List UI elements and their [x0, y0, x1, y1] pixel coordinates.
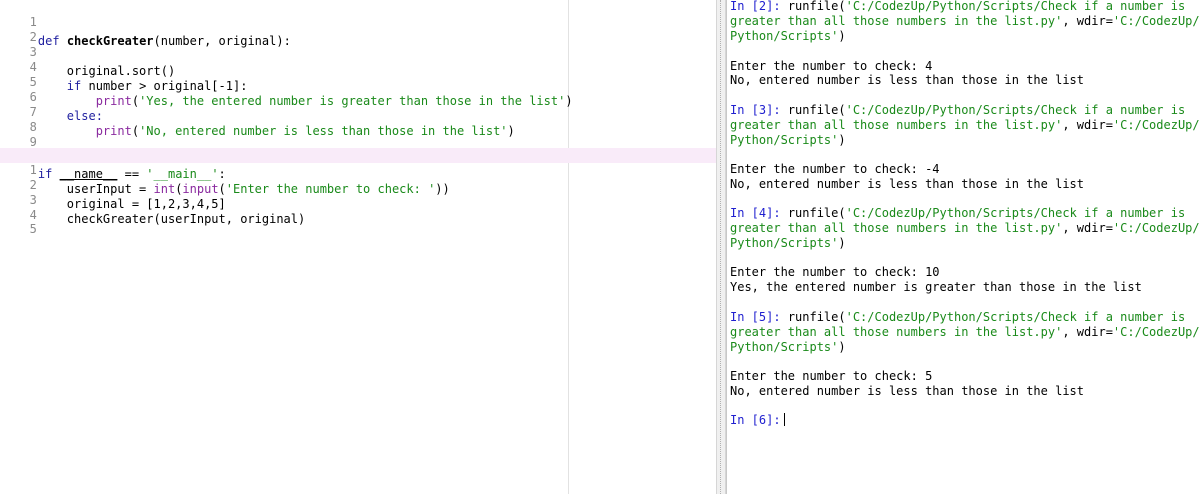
runfile-path: greater than all those numbers in the li…	[730, 118, 1063, 132]
console-prompt: In [5]:	[730, 310, 781, 324]
paren: )	[838, 133, 846, 147]
console-output-line: Enter the number to check: -4	[730, 162, 940, 176]
runfile-wdir-path: Python/Scripts'	[730, 29, 839, 43]
console-input-line: In [3]: runfile('C:/CodezUp/Python/Scrip…	[730, 103, 1185, 118]
runfile-wdir-path: 'C:/CodezUp/	[1112, 118, 1200, 132]
text-cursor	[783, 413, 785, 426]
console-input-line: In [5]: runfile('C:/CodezUp/Python/Scrip…	[730, 310, 1185, 325]
console-input-line: In [4]: runfile('C:/CodezUp/Python/Scrip…	[730, 206, 1185, 221]
runfile-path: 'C:/CodezUp/Python/Scripts/Check if a nu…	[845, 0, 1186, 13]
console-output-line: No, entered number is less than those in…	[730, 73, 1085, 87]
runfile-wdir-path: Python/Scripts'	[730, 236, 839, 250]
runfile-wdir-path: 'C:/CodezUp/	[1112, 221, 1200, 235]
ipython-console[interactable]: In [2]: runfile('C:/CodezUp/Python/Scrip…	[726, 0, 1200, 494]
console-input-line: Python/Scripts')	[730, 340, 846, 355]
console-prompt: In [2]:	[730, 0, 781, 13]
code-line-current[interactable]: 11if __name__ == '__main__':	[0, 148, 716, 181]
code-line[interactable]: 8 print('No, entered number is less than…	[0, 105, 716, 138]
runfile-wdir-label: , wdir=	[1062, 14, 1113, 28]
console-output-line: No, entered number is less than those in…	[730, 177, 1085, 191]
console-output-line: No, entered number is less than those in…	[730, 384, 1085, 398]
console-output-line: Yes, the entered number is greater than …	[730, 280, 1142, 294]
paren: )	[838, 29, 846, 43]
runfile-wdir-label: , wdir=	[1062, 221, 1113, 235]
runfile-path: greater than all those numbers in the li…	[730, 14, 1063, 28]
paren: )	[838, 340, 846, 354]
code-line[interactable]: 1	[0, 0, 716, 29]
code-line[interactable]: 9	[0, 120, 716, 149]
console-input-line: Python/Scripts')	[730, 133, 846, 148]
console-output-line: Enter the number to check: 4	[730, 59, 933, 73]
console-input-line: greater than all those numbers in the li…	[730, 325, 1200, 340]
runfile-wdir-path: Python/Scripts'	[730, 133, 839, 147]
runfile-path: greater than all those numbers in the li…	[730, 221, 1063, 235]
console-input-line: In [2]: runfile('C:/CodezUp/Python/Scrip…	[730, 0, 1185, 14]
line-number: 15	[29, 222, 37, 236]
console-output-line: Enter the number to check: 10	[730, 265, 940, 279]
console-active-input[interactable]: In [6]:	[730, 413, 785, 428]
runfile-wdir-label: , wdir=	[1062, 325, 1113, 339]
code-line[interactable]: 13 original = [1,2,3,4,5]	[0, 178, 716, 211]
runfile-path: 'C:/CodezUp/Python/Scripts/Check if a nu…	[845, 206, 1186, 220]
runfile-path: 'C:/CodezUp/Python/Scripts/Check if a nu…	[845, 103, 1186, 117]
paren: )	[838, 236, 846, 250]
code-line[interactable]: 6 print('Yes, the entered number is grea…	[0, 75, 716, 108]
code-editor[interactable]: 1 2def checkGreater(number, original): 3…	[0, 0, 716, 494]
code-line[interactable]: 7 else:	[0, 90, 716, 123]
runfile-call: runfile(	[787, 310, 846, 324]
console-input-line: greater than all those numbers in the li…	[730, 221, 1200, 236]
code-line[interactable]: 5 if number > original[-1]:	[0, 60, 716, 93]
runfile-call: runfile(	[787, 103, 846, 117]
console-input-line: Python/Scripts')	[730, 236, 846, 251]
runfile-call: runfile(	[787, 206, 846, 220]
console-prompt: In [4]:	[730, 206, 781, 220]
runfile-wdir-path: 'C:/CodezUp/	[1112, 14, 1200, 28]
runfile-path: greater than all those numbers in the li…	[730, 325, 1063, 339]
runfile-wdir-path: 'C:/CodezUp/	[1112, 325, 1200, 339]
runfile-wdir-label: , wdir=	[1062, 118, 1113, 132]
runfile-wdir-path: Python/Scripts'	[730, 340, 839, 354]
pane-splitter[interactable]	[716, 0, 726, 494]
code-line[interactable]: 15	[0, 207, 716, 236]
splitter-grip[interactable]	[720, 0, 722, 494]
console-input-line: greater than all those numbers in the li…	[730, 118, 1200, 133]
code-line[interactable]: 4 original.sort()	[0, 45, 716, 78]
console-input-line: Python/Scripts')	[730, 29, 846, 44]
console-prompt: In [3]:	[730, 103, 781, 117]
console-input-line: greater than all those numbers in the li…	[730, 14, 1200, 29]
code-line[interactable]: 3	[0, 30, 716, 59]
runfile-call: runfile(	[787, 0, 846, 13]
code-line[interactable]: 12 userInput = int(input('Enter the numb…	[0, 163, 716, 196]
code-line[interactable]: 2def checkGreater(number, original):	[0, 15, 716, 48]
console-prompt: In [6]:	[730, 413, 781, 427]
runfile-path: 'C:/CodezUp/Python/Scripts/Check if a nu…	[845, 310, 1186, 324]
console-output-line: Enter the number to check: 5	[730, 369, 933, 383]
code-line[interactable]: 14 checkGreater(userInput, original)	[0, 193, 716, 226]
